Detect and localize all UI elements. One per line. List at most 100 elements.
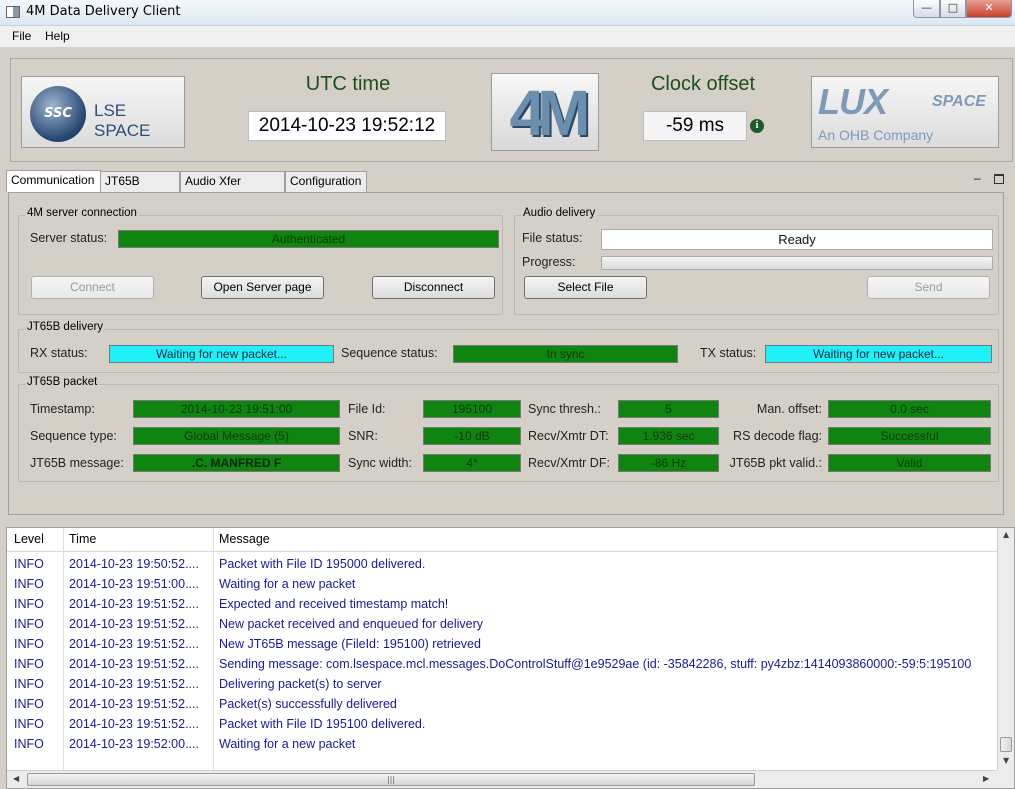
recv-xmtr-dt-label: Recv/Xmtr DT:: [528, 429, 609, 443]
log-time: 2014-10-23 19:51:52....: [69, 597, 199, 611]
disconnect-button[interactable]: Disconnect: [372, 276, 495, 299]
file-status-value: Ready: [601, 229, 993, 250]
log-row[interactable]: INFO 2014-10-23 19:51:00.... Waiting for a…: [7, 575, 997, 595]
scroll-down-icon[interactable]: ▼: [1003, 756, 1009, 765]
log-message: Delivering packet(s) to server: [219, 677, 382, 691]
col-level[interactable]: Level: [14, 532, 44, 546]
jt65b-packet-title: JT65B packet: [25, 376, 100, 388]
log-time: 2014-10-23 19:51:52....: [69, 697, 199, 711]
log-level: INFO: [14, 617, 44, 631]
man-offset-value: 0.0 sec: [828, 400, 991, 418]
log-row[interactable]: INFO 2014-10-23 19:51:52.... Delivering pa…: [7, 675, 997, 695]
panel-maximize-icon[interactable]: [994, 174, 1004, 184]
close-button[interactable]: ✕: [966, 0, 1012, 18]
log-table[interactable]: Level Time Message INFO 2014-10-23 19:50:…: [6, 527, 1015, 789]
utc-time-value: 2014-10-23 19:52:12: [248, 111, 446, 141]
log-time: 2014-10-23 19:51:52....: [69, 677, 199, 691]
maximize-button[interactable]: □: [940, 0, 966, 18]
jt65b-packet-group: JT65B packet Timestamp: 2014-10-23 19:51…: [18, 376, 999, 482]
tx-status-value: Waiting for new packet...: [765, 345, 992, 363]
sequence-status-label: Sequence status:: [341, 346, 438, 360]
title-bar[interactable]: 4M Data Delivery Client — □ ✕: [0, 0, 1015, 26]
sync-width-label: Sync width:: [348, 456, 412, 470]
scroll-right-icon[interactable]: ▶: [983, 774, 989, 783]
log-row[interactable]: INFO 2014-10-23 19:52:00.... Waiting for a…: [7, 735, 997, 755]
jt65b-pkt-valid-value: Valid: [828, 454, 991, 472]
log-level: INFO: [14, 557, 44, 571]
maximize-icon: □: [947, 1, 959, 14]
log-message: New packet received and enqueued for del…: [219, 617, 484, 631]
tab-jt65b-history[interactable]: JT65B History: [100, 171, 180, 207]
rs-decode-flag-label: RS decode flag:: [733, 429, 822, 443]
utc-time-label: UTC time: [305, 73, 391, 95]
log-row[interactable]: INFO 2014-10-23 19:51:52.... Packet with F…: [7, 715, 997, 735]
tab-configuration[interactable]: Configuration: [285, 171, 367, 192]
log-row[interactable]: INFO 2014-10-23 19:51:52.... New packet re…: [7, 615, 997, 635]
sequence-type-value: Global Message (5): [133, 427, 340, 445]
log-row[interactable]: INFO 2014-10-23 19:51:52.... New JT65B mes…: [7, 635, 997, 655]
col-time[interactable]: Time: [69, 532, 96, 546]
progress-bar: [601, 256, 993, 270]
vertical-scroll-thumb[interactable]: [1000, 737, 1012, 752]
sync-width-value: 4*: [423, 454, 521, 472]
menu-help[interactable]: Help: [45, 29, 70, 43]
log-time: 2014-10-23 19:51:52....: [69, 637, 199, 651]
log-row[interactable]: INFO 2014-10-23 19:50:52.... Packet with F…: [7, 555, 997, 575]
log-time: 2014-10-23 19:51:52....: [69, 617, 199, 631]
log-message: New JT65B message (FileId: 195100) retri…: [219, 637, 481, 651]
log-level: INFO: [14, 737, 44, 751]
tx-status-label: TX status:: [700, 346, 757, 360]
space-logo-text: SPACE: [932, 93, 986, 110]
jt65b-pkt-valid-label: JT65B pkt valid.:: [729, 456, 822, 470]
sync-thresh-label: Sync thresh.:: [528, 402, 601, 416]
send-button[interactable]: Send: [867, 276, 990, 299]
col-message[interactable]: Message: [219, 532, 270, 546]
log-time: 2014-10-23 19:51:52....: [69, 657, 199, 671]
4m-logo-text: 4M: [509, 77, 591, 149]
tab-communication[interactable]: Communication: [6, 170, 101, 192]
log-level: INFO: [14, 677, 44, 691]
sequence-status-value: In sync: [453, 345, 678, 363]
minimize-button[interactable]: —: [913, 0, 940, 18]
open-server-page-button[interactable]: Open Server page: [201, 276, 324, 299]
header-panel: SSC LSE SPACE UTC time 2014-10-23 19:52:…: [10, 58, 1013, 162]
server-status-label: Server status:: [30, 231, 108, 245]
log-time: 2014-10-23 19:50:52....: [69, 557, 199, 571]
log-message: Waiting for a new packet: [219, 737, 356, 751]
log-time: 2014-10-23 19:51:00....: [69, 577, 199, 591]
minimize-icon: —: [921, 1, 932, 14]
select-file-button[interactable]: Select File: [524, 276, 647, 299]
server-status-value: Authenticated: [118, 230, 499, 248]
log-time: 2014-10-23 19:52:00....: [69, 737, 199, 751]
recv-xmtr-df-value: -86 Hz: [618, 454, 719, 472]
log-row[interactable]: INFO 2014-10-23 19:51:52.... Sending messa…: [7, 655, 997, 675]
vertical-scrollbar[interactable]: ▲ ▼: [997, 528, 1014, 770]
rx-status-label: RX status:: [30, 346, 88, 360]
info-icon[interactable]: i: [750, 119, 764, 133]
clock-offset-value: -59 ms: [643, 111, 747, 141]
clock-offset-label: Clock offset: [650, 73, 756, 95]
audio-group-title: Audio delivery: [521, 207, 598, 219]
connect-button[interactable]: Connect: [31, 276, 154, 299]
horizontal-scrollbar[interactable]: ◀ ||| ▶: [7, 770, 997, 788]
log-row[interactable]: INFO 2014-10-23 19:51:52.... Packet(s) suc…: [7, 695, 997, 715]
horizontal-scroll-thumb[interactable]: |||: [27, 773, 755, 786]
man-offset-label: Man. offset:: [756, 402, 822, 416]
lse-space-logo: SSC LSE SPACE: [21, 76, 185, 148]
tab-audio-xfer-history[interactable]: Audio Xfer History: [180, 171, 285, 207]
scroll-left-icon[interactable]: ◀: [13, 774, 19, 783]
panel-minimize-icon[interactable]: ─: [974, 173, 981, 186]
log-row[interactable]: INFO 2014-10-23 19:51:52.... Expected and …: [7, 595, 997, 615]
jt65b-message-value: .C. MANFRED F: [133, 454, 340, 472]
scroll-up-icon[interactable]: ▲: [1003, 530, 1009, 539]
file-status-label: File status:: [522, 231, 583, 245]
audio-delivery-group: Audio delivery File status: Ready Progre…: [514, 207, 999, 315]
menu-bar: File Help: [0, 26, 1015, 48]
log-table-header: Level Time Message: [7, 528, 997, 552]
ohb-tagline: An OHB Company: [818, 127, 934, 143]
menu-file[interactable]: File: [12, 29, 31, 43]
log-time: 2014-10-23 19:51:52....: [69, 717, 199, 731]
log-message: Packet(s) successfully delivered: [219, 697, 397, 711]
lux-logo-text: LUX: [818, 81, 888, 122]
log-message: Packet with File ID 195000 delivered.: [219, 557, 426, 571]
